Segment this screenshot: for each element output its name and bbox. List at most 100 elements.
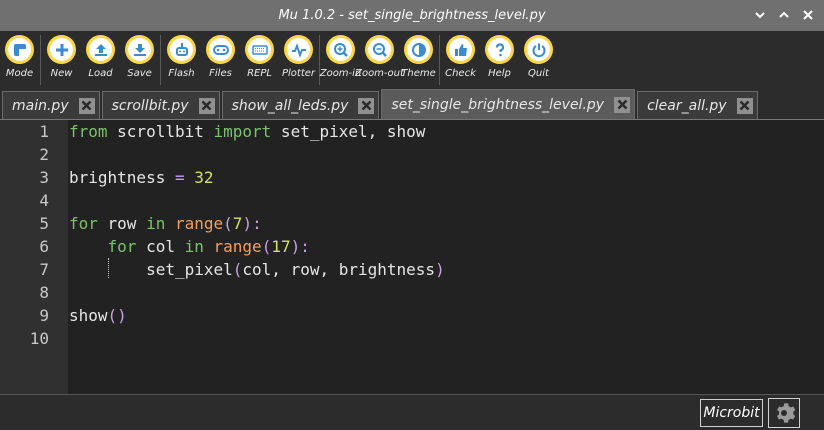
tab-main-py[interactable]: main.py (2, 91, 100, 119)
repl-button[interactable]: REPL (240, 31, 279, 79)
line-number: 4 (39, 191, 49, 210)
maximize-button[interactable] (774, 5, 794, 25)
close-icon (361, 100, 372, 111)
code-token: brightness (69, 168, 175, 187)
code-area[interactable]: from scrollbit import set_pixel, show bri… (68, 120, 824, 394)
code-line[interactable] (69, 327, 824, 350)
thumbs-up-icon (454, 43, 467, 56)
code-token: ( (223, 214, 233, 233)
theme-icon (411, 42, 426, 57)
tab-close-button[interactable] (736, 97, 753, 114)
zoom-out-icon (372, 42, 387, 57)
tab-close-button[interactable] (198, 97, 215, 114)
chevron-down-icon (755, 12, 765, 19)
line-number: 5 (39, 214, 49, 233)
code-line[interactable]: for col in range(17): (69, 235, 824, 258)
save-button[interactable]: Save (120, 31, 159, 79)
code-token: scrollbit (107, 122, 214, 141)
code-token: for (69, 214, 98, 233)
code-token: ): (290, 237, 310, 256)
mode-indicator[interactable]: Microbit (700, 399, 763, 427)
pulse-icon (291, 42, 306, 58)
line-number: 8 (39, 283, 49, 302)
tab-scrollbit-py[interactable]: scrollbit.py (101, 91, 220, 119)
quit-button[interactable]: Quit (519, 31, 558, 79)
mu-editor-window: Mu 1.0.2 - set_single_brightness_level.p… (0, 0, 824, 430)
plotter-button[interactable]: Plotter (279, 31, 318, 79)
code-line[interactable]: set_pixel(col, row, brightness) (69, 258, 824, 281)
tab-show-all-leds-py[interactable]: show_all_leds.py (221, 91, 380, 119)
tab-close-button[interactable] (358, 97, 375, 114)
code-token: import (213, 122, 272, 141)
code-token: col (136, 237, 185, 256)
code-token: ): (242, 214, 262, 233)
check-button[interactable]: Check (441, 31, 480, 79)
code-token: set_pixel, show (271, 122, 426, 141)
new-button[interactable]: New (42, 31, 81, 79)
code-token: ) (435, 260, 445, 279)
code-token: range (174, 214, 224, 233)
tab-close-button[interactable] (614, 96, 631, 113)
tab-bar: main.py scrollbit.py show_all_leds.py se… (0, 89, 824, 120)
tab-clear-all-py[interactable]: clear_all.py (637, 91, 758, 119)
code-token: show (69, 306, 108, 325)
code-token: 7 (232, 214, 243, 233)
gear-icon (777, 403, 796, 423)
code-line[interactable]: from scrollbit import set_pixel, show (69, 120, 824, 143)
line-number: 9 (39, 306, 49, 325)
toolbar: Mode New Load Save Flash Files REPL Plot… (0, 31, 824, 89)
status-bar: Microbit (0, 394, 824, 430)
line-number: 2 (39, 145, 49, 164)
files-button[interactable]: Files (201, 31, 240, 79)
mode-icon (13, 43, 26, 56)
window-controls (750, 5, 818, 25)
code-line[interactable] (69, 281, 824, 304)
code-line[interactable]: show() (69, 304, 824, 327)
power-icon (532, 43, 545, 57)
indent-guide (108, 258, 109, 278)
code-token: row (97, 214, 147, 233)
code-line[interactable]: for row in range(7): (69, 212, 824, 235)
flash-button[interactable]: Flash (162, 31, 201, 79)
mode-button[interactable]: Mode (0, 31, 39, 79)
close-icon (81, 100, 92, 111)
code-token: = (174, 168, 185, 187)
window-title: Mu 1.0.2 - set_single_brightness_level.p… (278, 8, 546, 23)
code-token: ( (261, 237, 272, 256)
close-button[interactable] (798, 5, 818, 25)
minimize-button[interactable] (750, 5, 770, 25)
code-line[interactable]: brightness = 32 (69, 166, 824, 189)
close-icon (803, 10, 813, 20)
code-token: for (107, 237, 137, 256)
settings-button[interactable] (768, 398, 800, 428)
download-icon (133, 43, 146, 56)
code-token: range (213, 237, 262, 256)
line-number: 7 (39, 260, 49, 279)
code-token: from (69, 122, 108, 141)
tab-set-single-brightness-level-py[interactable]: set_single_brightness_level.py (381, 89, 636, 119)
line-number: 3 (39, 168, 49, 187)
close-icon (617, 99, 627, 110)
zoom-in-icon (333, 42, 348, 57)
code-token: set_pixel (69, 260, 233, 279)
load-button[interactable]: Load (81, 31, 120, 79)
title-bar: Mu 1.0.2 - set_single_brightness_level.p… (0, 0, 824, 31)
line-number: 10 (29, 329, 49, 348)
chevron-up-icon (779, 11, 789, 18)
code-token: () (107, 306, 127, 325)
help-button[interactable]: Help (480, 31, 519, 79)
code-editor[interactable]: 1 2 3 4 5 6 7 8 9 10 from scrollbit import set_pi… (0, 120, 824, 394)
code-line[interactable] (69, 143, 824, 166)
tab-close-button[interactable] (78, 97, 95, 114)
theme-button[interactable]: Theme (399, 31, 438, 79)
code-token: 17 (271, 237, 291, 256)
zoom-out-button[interactable]: Zoom-out (355, 31, 404, 79)
line-number: 1 (39, 122, 49, 141)
line-number-gutter: 1 2 3 4 5 6 7 8 9 10 (0, 120, 68, 394)
flash-icon (175, 42, 188, 56)
keyboard-icon (251, 44, 268, 55)
line-number: 6 (39, 237, 49, 256)
code-line[interactable] (69, 189, 824, 212)
